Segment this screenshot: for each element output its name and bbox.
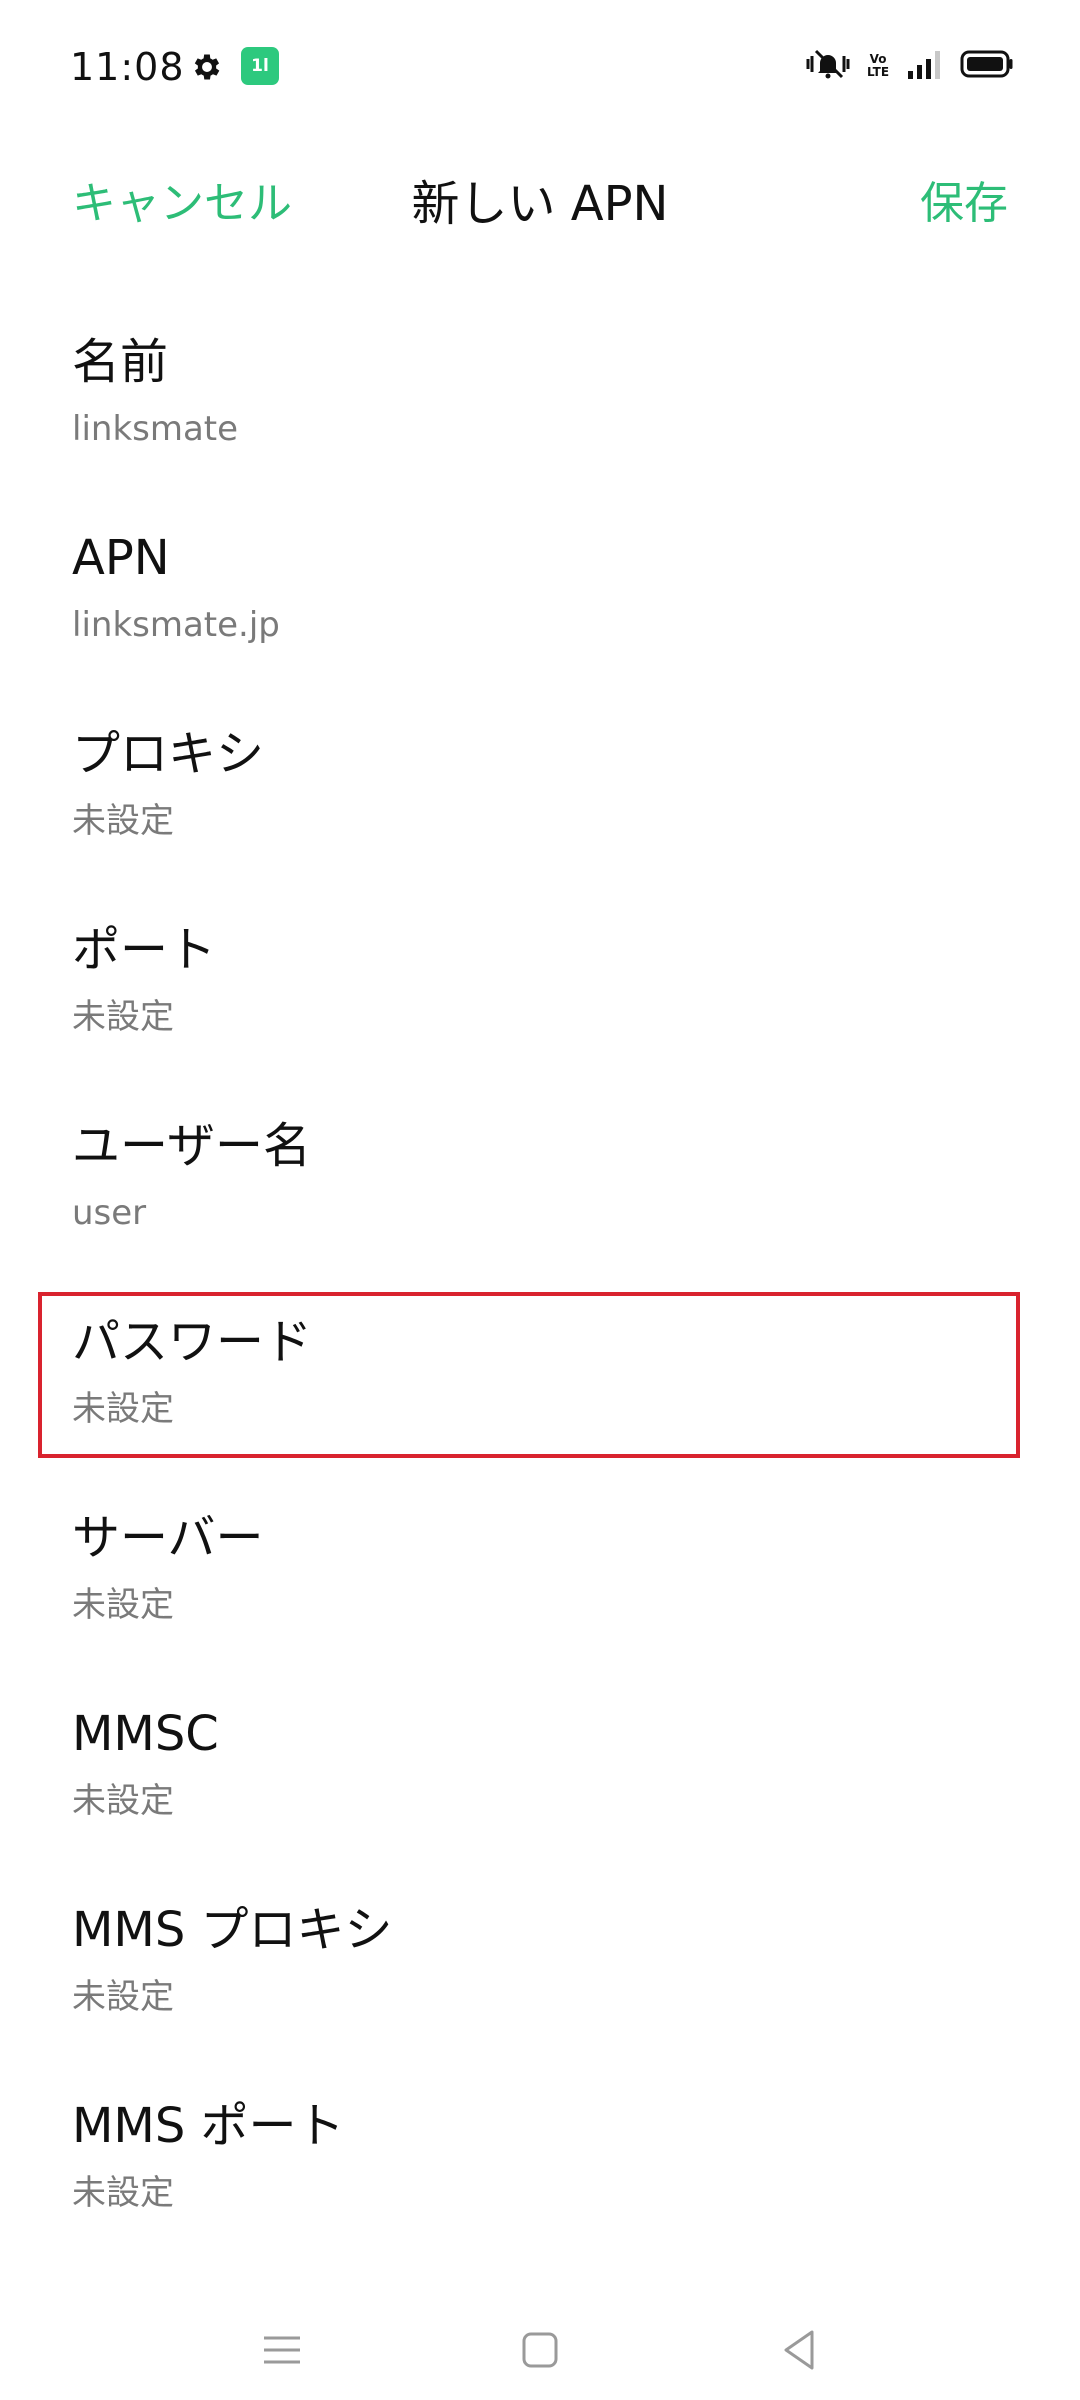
field-label: MMSC — [72, 1706, 219, 1762]
app-bar: キャンセル 新しい APN 保存 — [0, 150, 1080, 260]
app-notification-icon: 1l — [241, 47, 279, 85]
vibrate-mute-icon — [806, 47, 850, 85]
volte-bottom-label: LTE — [866, 65, 890, 79]
field-value: linksmate.jp — [72, 605, 280, 645]
list-item-server[interactable]: サーバー 未設定 — [0, 1476, 1080, 1672]
field-value: 未設定 — [72, 1585, 174, 1625]
field-label: APN — [72, 530, 170, 586]
field-value: 未設定 — [72, 1977, 174, 2017]
field-label: MMS ポート — [72, 2098, 345, 2154]
field-value: 未設定 — [72, 997, 174, 1037]
status-icons: Vo LTE — [792, 44, 1014, 88]
signal-icon — [906, 47, 946, 85]
list-item-port[interactable]: ポート 未設定 — [0, 888, 1080, 1084]
status-time: 11:08 — [70, 45, 185, 89]
field-value: linksmate — [72, 409, 239, 449]
field-label: サーバー — [72, 1510, 264, 1566]
status-bar: 11:08 1l Vo LTE — [0, 0, 1080, 130]
field-label: 名前 — [72, 334, 169, 390]
field-value: 未設定 — [72, 1389, 174, 1429]
field-label: ユーザー名 — [72, 1118, 312, 1174]
menu-icon[interactable] — [252, 2320, 312, 2380]
battery-icon — [960, 49, 1014, 83]
field-label: プロキシ — [72, 726, 265, 782]
list-item-proxy[interactable]: プロキシ 未設定 — [0, 692, 1080, 888]
list-item-username[interactable]: ユーザー名 user — [0, 1084, 1080, 1280]
field-label: MMS プロキシ — [72, 1902, 393, 1958]
home-icon[interactable] — [510, 2320, 570, 2380]
list-item-mms-proxy[interactable]: MMS プロキシ 未設定 — [0, 1868, 1080, 2064]
field-value: 未設定 — [72, 1781, 174, 1821]
volte-icon: Vo LTE — [864, 53, 892, 79]
gear-icon — [194, 54, 220, 80]
list-item-password[interactable]: パスワード 未設定 — [0, 1280, 1080, 1476]
field-value: 未設定 — [72, 801, 174, 841]
save-button[interactable]: 保存 — [920, 174, 1008, 234]
field-value: user — [72, 1193, 147, 1233]
list-item-mmsc[interactable]: MMSC 未設定 — [0, 1672, 1080, 1868]
navigation-bar — [0, 2290, 1080, 2400]
list-item-name[interactable]: 名前 linksmate — [0, 300, 1080, 496]
list-item-apn[interactable]: APN linksmate.jp — [0, 496, 1080, 692]
field-label: ポート — [72, 922, 217, 978]
page-title: 新しい APN — [411, 176, 669, 232]
field-label: パスワード — [72, 1314, 313, 1370]
list-item-mms-port[interactable]: MMS ポート 未設定 — [0, 2064, 1080, 2260]
back-icon[interactable] — [770, 2320, 830, 2380]
volte-top-label: Vo — [869, 52, 887, 66]
field-value: 未設定 — [72, 2173, 174, 2213]
